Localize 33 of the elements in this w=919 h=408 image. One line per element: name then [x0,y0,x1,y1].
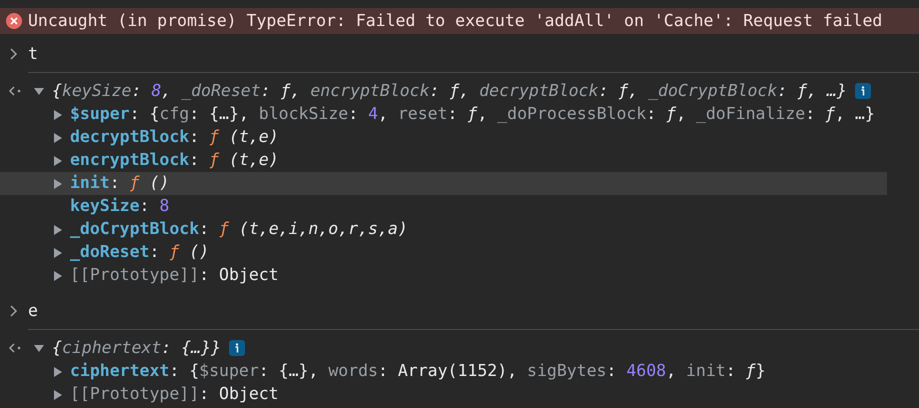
object-preview[interactable]: {keySize: 8, _doReset: ƒ, encryptBlock: ƒ, decryptBlock: ƒ, _doCryptBlock: ƒ, …} [52,78,847,104]
property-text: encryptBlock: ƒ (t,e) [70,149,279,172]
input-text: e [28,300,38,322]
prompt-chevron-icon [10,48,18,60]
property-text: [[Prototype]]: Object [70,383,279,406]
expand-triangle-icon[interactable] [53,248,63,258]
property-text: init: ƒ () [70,172,170,194]
property-text: _doCryptBlock: ƒ (t,e,i,n,o,r,s,a) [70,218,408,240]
property-text: $super: {cfg: {…}, blockSize: 4, reset: ƒ, _doProcessBlock: ƒ, _doFinalize: ƒ, …} [70,103,875,126]
result-arrow-icon [8,86,22,96]
expand-triangle-icon[interactable] [53,390,63,400]
expand-triangle-icon[interactable] [53,178,63,188]
property-text: keySize: 8 [70,195,170,218]
error-icon [6,13,22,29]
expand-triangle-icon[interactable] [34,343,44,353]
property-text: ciphertext: {$super: {…}, words: Array(1152), sigBytes: 4608, init: ƒ} [70,360,766,382]
info-icon [854,83,871,99]
object-preview[interactable]: {ciphertext: {…}} [52,336,221,360]
property-text: decryptBlock: ƒ (t,e) [70,126,279,148]
expand-triangle-icon[interactable] [53,132,63,142]
error-message: Uncaught (in promise) TypeError: Failed to execute 'addAll' on 'Cache': Request failed [28,10,882,32]
expand-triangle-icon[interactable] [53,366,63,376]
input-text: t [28,42,38,65]
result-arrow-icon [8,343,22,353]
expand-triangle-icon[interactable] [53,110,63,120]
info-icon [228,340,245,356]
expand-triangle-icon[interactable] [34,86,44,96]
property-text: [[Prototype]]: Object [70,264,279,286]
prompt-chevron-icon [10,305,18,317]
property-text: _doReset: ƒ () [70,241,210,264]
expand-triangle-icon[interactable] [53,224,63,234]
expand-triangle-icon[interactable] [53,270,63,280]
expand-triangle-icon[interactable] [53,156,63,166]
